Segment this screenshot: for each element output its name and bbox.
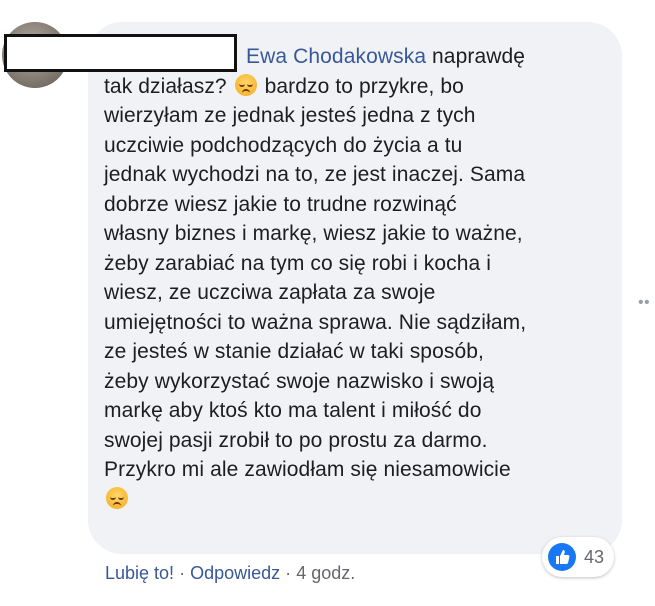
- more-options-icon[interactable]: • •: [638, 294, 650, 312]
- reactions-badge[interactable]: 43: [542, 537, 615, 577]
- comment-line: wiesz, ze uczciwa zapłata za swoje: [104, 281, 436, 304]
- comment-line: Ewa Chodakowska naprawdę: [246, 45, 526, 68]
- reaction-count: 43: [584, 546, 605, 567]
- comment-line: umiejętności to ważna sprawa. Nie sądził…: [104, 310, 527, 334]
- like-thumb-icon: [548, 543, 576, 571]
- comment-text: Ewa Chodakowska naprawdę tak działasz? b…: [104, 42, 614, 514]
- comment-actions: Lubię to! · Odpowiedz · 4 godz.: [105, 563, 355, 584]
- reply-button[interactable]: Odpowiedz: [190, 563, 280, 583]
- timestamp[interactable]: 4 godz.: [296, 563, 355, 583]
- comment-line: żeby zarabiać na tym co się robi i kocha…: [104, 251, 492, 275]
- comment-line: własny biznes i markę, wiesz jakie to wa…: [104, 222, 523, 245]
- comment-line: markę aby ktoś kto ma talent i miłość do: [104, 399, 482, 422]
- comment-line: jednak wychodzi na to, ze jest inaczej. …: [104, 163, 526, 186]
- separator: ·: [285, 563, 292, 583]
- comment-line: [104, 485, 614, 515]
- comment-line: tak działasz? bardzo to przykre, bo: [104, 73, 464, 98]
- comment-line: swojej pasji zrobił to po prostu za darm…: [104, 428, 488, 452]
- comment-line: uczciwie podchodzących do życia a tu: [104, 133, 463, 157]
- comment-line: ze jesteś w stanie działać w taki sposób…: [104, 340, 484, 363]
- comment-line: Przykro mi ale zawiodłam się niesamowici…: [104, 458, 511, 481]
- pensive-face-icon: [106, 486, 128, 509]
- like-button[interactable]: Lubię to!: [105, 563, 174, 583]
- comment-line: wierzyłam ze jednak jesteś jedna z tych: [104, 104, 476, 127]
- separator: ·: [179, 563, 186, 583]
- comment-line: dobrze wiesz jakie to trudne rozwinąć: [104, 192, 457, 216]
- author-link[interactable]: Ewa Chodakowska: [246, 45, 426, 68]
- comment-line: żeby wykorzystać swoje nazwisko i swoją: [104, 369, 495, 393]
- pensive-face-icon: [234, 73, 257, 96]
